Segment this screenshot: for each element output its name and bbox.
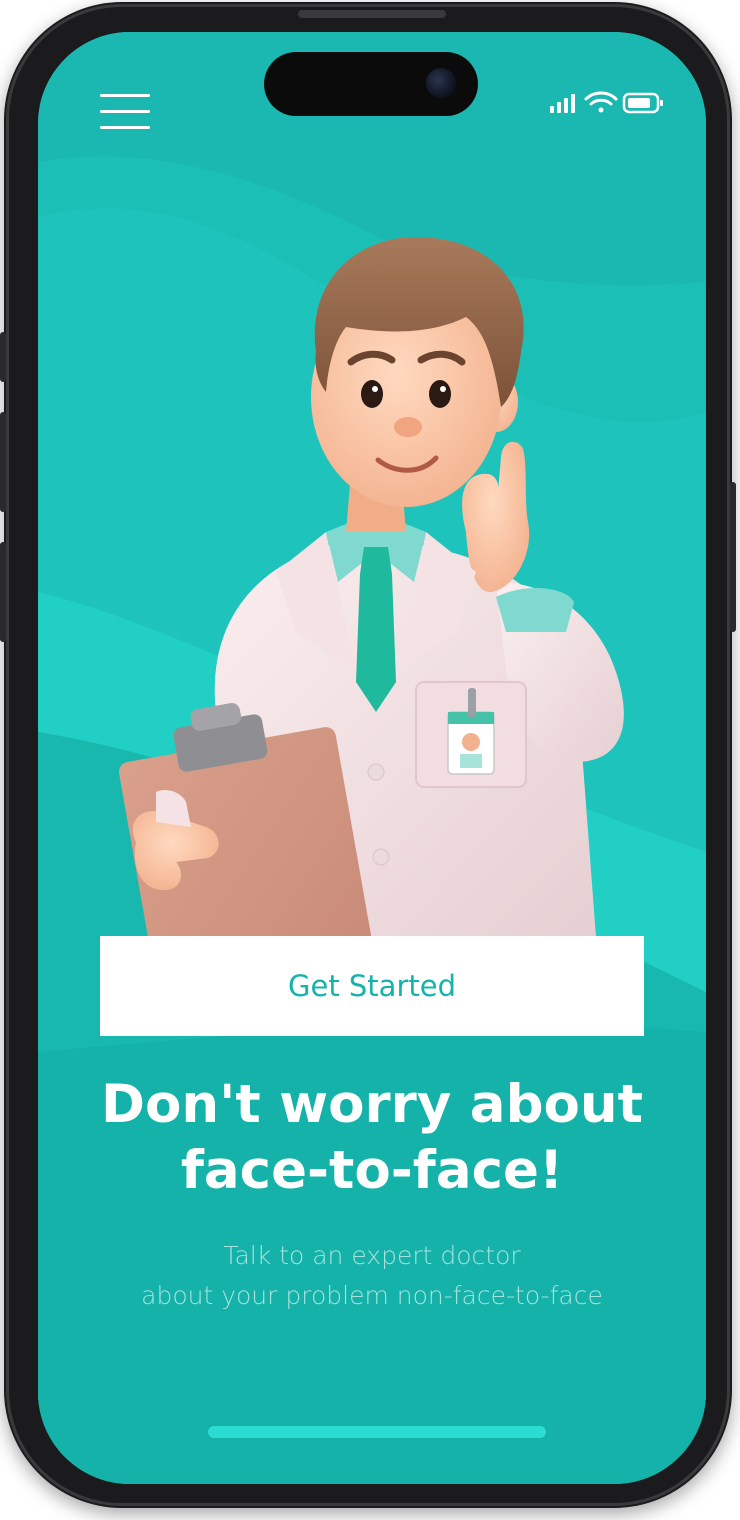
menu-line-top: [100, 94, 150, 97]
earpiece-speaker: [298, 10, 446, 18]
signal-icon: [550, 94, 575, 113]
subtitle-line-2: about your problem non-face-to-face: [141, 1281, 603, 1310]
doctor-illustration: [118, 237, 624, 937]
side-button-left-upper: [0, 332, 6, 382]
menu-line-middle: [100, 110, 150, 113]
home-indicator[interactable]: [208, 1426, 546, 1438]
side-button-left-lower: [0, 412, 6, 512]
side-button-left-bottom: [0, 542, 6, 642]
subtitle-line-1: Talk to an expert doctor: [223, 1241, 521, 1270]
headline-line-2: face-to-face!: [180, 1140, 564, 1201]
dynamic-island: [264, 52, 478, 116]
app-screen: Get Started Don't worry about face-to-fa…: [38, 32, 706, 1484]
subtitle: Talk to an expert doctor about your prob…: [58, 1236, 686, 1316]
menu-line-bottom: [100, 126, 150, 129]
headline-line-1: Don't worry about: [101, 1074, 643, 1135]
status-bar-icons: [550, 91, 663, 114]
wifi-icon: [584, 91, 618, 113]
battery-icon: [622, 92, 663, 114]
hamburger-menu-button[interactable]: [100, 92, 152, 136]
get-started-button[interactable]: Get Started: [100, 936, 644, 1036]
power-button: [730, 482, 736, 632]
front-camera-icon: [426, 68, 456, 98]
headline: Don't worry about face-to-face!: [58, 1072, 686, 1204]
phone-frame: Get Started Don't worry about face-to-fa…: [0, 2, 736, 1508]
